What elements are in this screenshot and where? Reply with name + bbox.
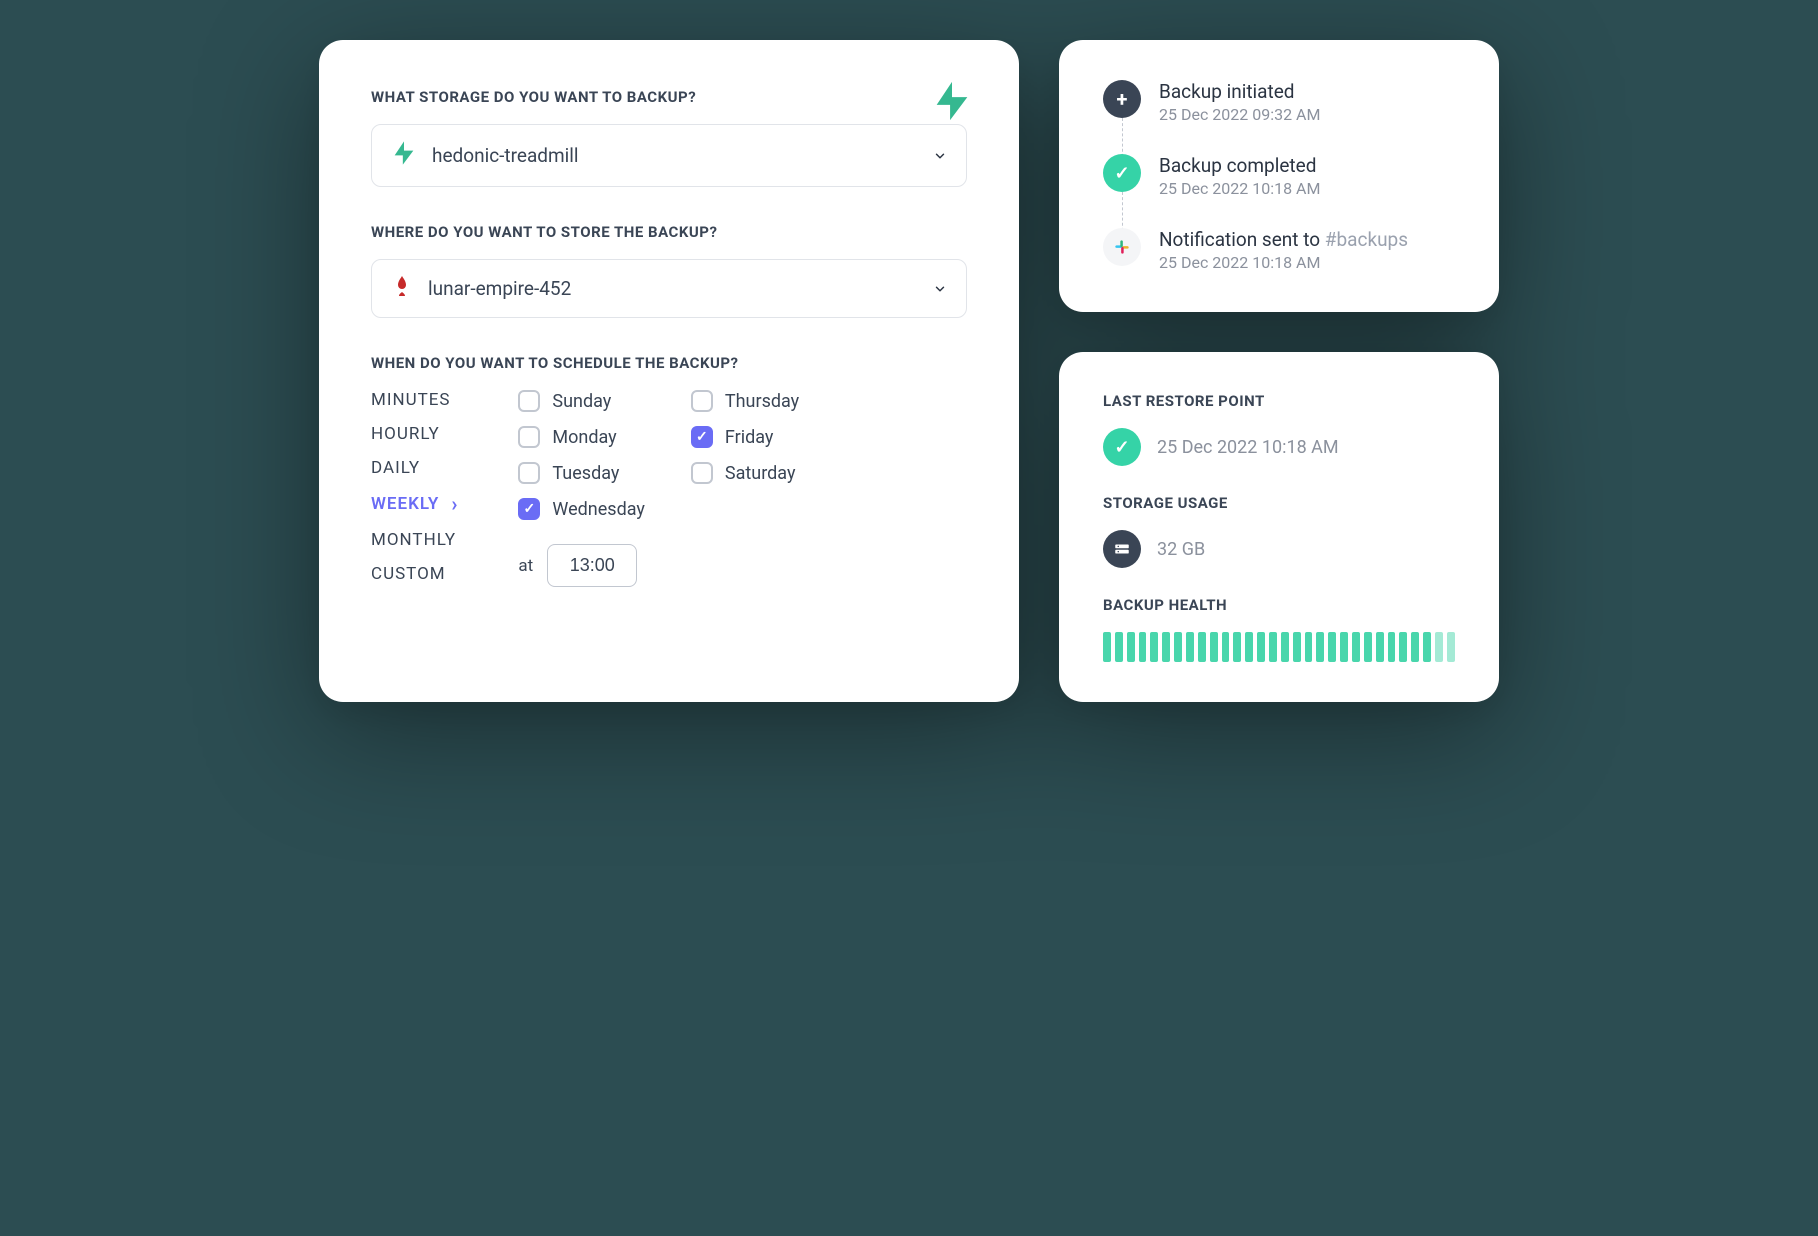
checkbox-icon [518, 426, 540, 448]
checkbox-checked-icon [691, 426, 713, 448]
supabase-icon [390, 139, 418, 172]
checkbox-icon [518, 390, 540, 412]
backup-config-card: WHAT STORAGE DO YOU WANT TO BACKUP? hedo… [319, 40, 1019, 702]
frequency-hourly[interactable]: HOURLY [371, 424, 458, 444]
timeline-item-initiated: + Backup initiated 25 Dec 2022 09:32 AM [1103, 80, 1455, 124]
disk-icon [1103, 530, 1141, 568]
storage-select[interactable]: hedonic-treadmill [371, 124, 967, 187]
day-label: Wednesday [552, 499, 645, 520]
day-label: Saturday [725, 463, 796, 484]
checkbox-icon [691, 390, 713, 412]
frequency-daily[interactable]: DAILY [371, 458, 458, 478]
destination-select-value: lunar-empire-452 [428, 277, 918, 300]
frequency-list: MINUTES HOURLY DAILY WEEKLY MONTHLY CUST… [371, 390, 458, 587]
timeline-timestamp: 25 Dec 2022 10:18 AM [1159, 179, 1320, 198]
chevron-down-icon [932, 148, 948, 164]
checkbox-icon [691, 462, 713, 484]
storage-usage-value: 32 GB [1157, 539, 1205, 560]
timeline-title: Backup completed [1159, 154, 1320, 177]
check-icon: ✓ [1103, 428, 1141, 466]
day-friday[interactable]: Friday [691, 426, 818, 448]
day-picker: Sunday Thursday Monday Friday Tuesday [518, 390, 817, 587]
timeline-title: Backup initiated [1159, 80, 1320, 103]
timeline-item-notification: Notification sent to #backups 25 Dec 202… [1103, 228, 1455, 272]
day-label: Thursday [725, 391, 799, 412]
day-sunday[interactable]: Sunday [518, 390, 645, 412]
storage-question-label: WHAT STORAGE DO YOU WANT TO BACKUP? [371, 88, 967, 106]
frequency-minutes[interactable]: MINUTES [371, 390, 458, 410]
activity-timeline-card: + Backup initiated 25 Dec 2022 09:32 AM … [1059, 40, 1499, 312]
restore-point-label: LAST RESTORE POINT [1103, 392, 1455, 410]
destination-question-label: WHERE DO YOU WANT TO STORE THE BACKUP? [371, 223, 967, 241]
slack-channel: #backups [1325, 228, 1408, 251]
day-label: Monday [552, 427, 616, 448]
frequency-monthly[interactable]: MONTHLY [371, 530, 458, 550]
day-label: Friday [725, 427, 774, 448]
day-label: Sunday [552, 391, 611, 412]
chevron-down-icon [932, 281, 948, 297]
schedule-question-label: WHEN DO YOU WANT TO SCHEDULE THE BACKUP? [371, 354, 967, 372]
health-bar [1103, 632, 1455, 662]
frequency-custom[interactable]: CUSTOM [371, 564, 458, 584]
storage-usage-label: STORAGE USAGE [1103, 494, 1455, 512]
checkbox-icon [518, 462, 540, 484]
status-card: LAST RESTORE POINT ✓ 25 Dec 2022 10:18 A… [1059, 352, 1499, 702]
day-label: Tuesday [552, 463, 619, 484]
timeline-timestamp: 25 Dec 2022 10:18 AM [1159, 253, 1408, 272]
day-thursday[interactable]: Thursday [691, 390, 818, 412]
day-saturday[interactable]: Saturday [691, 462, 818, 484]
supabase-logo-icon [929, 78, 975, 128]
day-tuesday[interactable]: Tuesday [518, 462, 645, 484]
time-input[interactable] [547, 544, 637, 587]
restore-point-value: 25 Dec 2022 10:18 AM [1157, 437, 1339, 458]
backup-health-label: BACKUP HEALTH [1103, 596, 1455, 614]
backblaze-icon [390, 274, 414, 303]
checkbox-checked-icon [518, 498, 540, 520]
timeline-timestamp: 25 Dec 2022 09:32 AM [1159, 105, 1320, 124]
frequency-weekly[interactable]: WEEKLY [371, 492, 458, 516]
plus-icon: + [1103, 80, 1141, 118]
timeline-item-completed: ✓ Backup completed 25 Dec 2022 10:18 AM [1103, 154, 1455, 198]
slack-icon [1103, 228, 1141, 266]
day-monday[interactable]: Monday [518, 426, 645, 448]
destination-select[interactable]: lunar-empire-452 [371, 259, 967, 318]
storage-select-value: hedonic-treadmill [432, 144, 918, 167]
at-label: at [518, 556, 533, 576]
day-wednesday[interactable]: Wednesday [518, 498, 645, 520]
check-icon: ✓ [1103, 154, 1141, 192]
timeline-title: Notification sent to #backups [1159, 228, 1408, 251]
